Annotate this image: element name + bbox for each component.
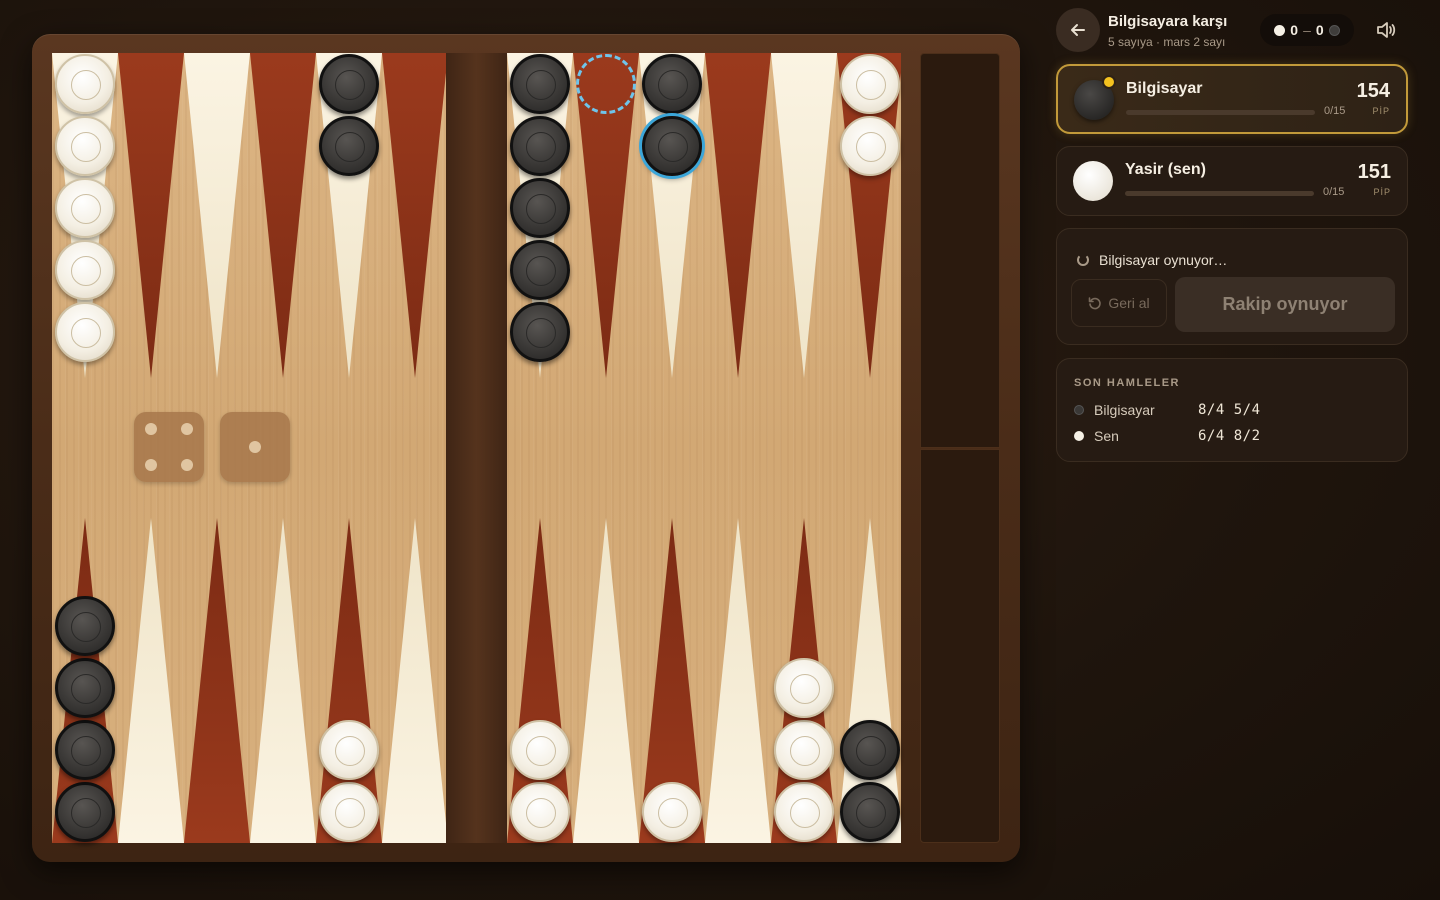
white-checker-icon: [1074, 431, 1084, 441]
white-checker[interactable]: [55, 302, 115, 362]
bear-off-tray-bottom[interactable]: [920, 449, 1000, 843]
bear-off-progress: [1126, 110, 1315, 115]
black-checker[interactable]: [55, 596, 115, 656]
bear-off-tray-top[interactable]: [920, 53, 1000, 448]
die-pip: [181, 423, 193, 435]
black-checker[interactable]: [510, 240, 570, 300]
pip-count: 151: [1357, 161, 1391, 183]
sound-toggle-button[interactable]: [1374, 18, 1398, 42]
die-2: [220, 412, 290, 482]
black-checker[interactable]: [510, 302, 570, 362]
white-checker[interactable]: [840, 116, 900, 176]
black-checker-icon: [1328, 24, 1340, 36]
move-player: Sen: [1094, 428, 1119, 444]
point-bottom-3[interactable]: [184, 518, 250, 843]
board-bar[interactable]: [446, 53, 507, 843]
borne-off-count: 0/15: [1324, 105, 1346, 117]
point-bottom-2[interactable]: [118, 518, 184, 843]
black-checker[interactable]: [319, 116, 379, 176]
loading-spinner-icon: [1077, 254, 1089, 266]
move-row: Bilgisayar 8/4 5/4: [1074, 401, 1261, 419]
black-checker[interactable]: [55, 720, 115, 780]
board-right-half[interactable]: [507, 53, 901, 843]
point-top-4[interactable]: [250, 53, 316, 378]
selected-black-checker[interactable]: [642, 116, 702, 176]
white-checker[interactable]: [774, 782, 834, 842]
black-checker-icon: [1074, 405, 1084, 415]
point-top-3[interactable]: [184, 53, 250, 378]
white-checker[interactable]: [774, 658, 834, 718]
undo-button[interactable]: Geri al: [1071, 279, 1167, 327]
white-checker[interactable]: [774, 720, 834, 780]
point-top-11[interactable]: [771, 53, 837, 378]
die-pip: [249, 441, 261, 453]
undo-label: Geri al: [1108, 295, 1150, 311]
point-bottom-6[interactable]: [382, 518, 446, 843]
move-notation: 8/4 5/4: [1198, 402, 1261, 418]
black-checker[interactable]: [55, 658, 115, 718]
score-separator: –: [1303, 22, 1311, 38]
black-checker[interactable]: [510, 54, 570, 114]
turn-indicator: [1102, 75, 1116, 89]
black-checker[interactable]: [510, 178, 570, 238]
move-row: Sen 6/4 8/2: [1074, 427, 1261, 445]
recent-moves-title: SON HAMLELER: [1074, 377, 1180, 389]
white-checker[interactable]: [510, 720, 570, 780]
status-panel: Bilgisayar oynuyor… Geri al Rakip oynuyo…: [1056, 228, 1408, 345]
point-top-2[interactable]: [118, 53, 184, 378]
white-checker[interactable]: [642, 782, 702, 842]
black-checker[interactable]: [319, 54, 379, 114]
white-checker[interactable]: [510, 782, 570, 842]
player-card-computer: Bilgisayar 0/15 154 PİP: [1056, 64, 1408, 134]
move-player: Bilgisayar: [1094, 402, 1155, 418]
score-white: 0: [1290, 22, 1299, 38]
die-1: [134, 412, 204, 482]
point-top-10[interactable]: [705, 53, 771, 378]
bear-off-progress: [1125, 191, 1314, 196]
move-target-indicator[interactable]: [576, 54, 636, 114]
die-pip: [145, 459, 157, 471]
arrow-left-icon: [1071, 24, 1085, 36]
pip-label: PİP: [1373, 187, 1391, 197]
recent-moves-panel: SON HAMLELER Bilgisayar 8/4 5/4 Sen 6/4 …: [1056, 358, 1408, 462]
back-button[interactable]: [1056, 8, 1100, 52]
point-bottom-8[interactable]: [573, 518, 639, 843]
speaker-icon: [1377, 22, 1396, 38]
opponent-playing-button[interactable]: Rakip oynuyor: [1175, 277, 1395, 332]
score-black: 0: [1315, 22, 1324, 38]
game-subtitle: 5 sayıya · mars 2 sayı: [1108, 35, 1226, 49]
player-name: Bilgisayar: [1126, 80, 1203, 97]
black-checker[interactable]: [642, 54, 702, 114]
black-checker[interactable]: [510, 116, 570, 176]
white-checker[interactable]: [319, 720, 379, 780]
white-checker[interactable]: [55, 54, 115, 114]
game-title: Bilgisayara karşı: [1108, 13, 1228, 30]
match-score: 0 – 0: [1260, 14, 1354, 46]
pip-count: 154: [1356, 80, 1390, 102]
borne-off-count: 0/15: [1323, 186, 1345, 198]
undo-icon: [1089, 297, 1102, 310]
move-notation: 6/4 8/2: [1198, 428, 1261, 444]
player-name: Yasir (sen): [1125, 161, 1206, 178]
black-checker[interactable]: [840, 720, 900, 780]
pip-label: PİP: [1372, 106, 1390, 116]
point-bottom-10[interactable]: [705, 518, 771, 843]
white-checker[interactable]: [55, 240, 115, 300]
die-pip: [145, 423, 157, 435]
point-top-6[interactable]: [382, 53, 446, 378]
status-text: Bilgisayar oynuyor…: [1099, 252, 1228, 268]
white-checker[interactable]: [319, 782, 379, 842]
player-card-you: Yasir (sen) 0/15 151 PİP: [1056, 146, 1408, 216]
white-checker[interactable]: [55, 178, 115, 238]
black-checker[interactable]: [55, 782, 115, 842]
black-checker[interactable]: [840, 782, 900, 842]
die-pip: [181, 459, 193, 471]
white-checker-icon: [1274, 24, 1286, 36]
player-avatar: [1073, 161, 1113, 201]
white-checker[interactable]: [840, 54, 900, 114]
white-checker[interactable]: [55, 116, 115, 176]
point-bottom-4[interactable]: [250, 518, 316, 843]
